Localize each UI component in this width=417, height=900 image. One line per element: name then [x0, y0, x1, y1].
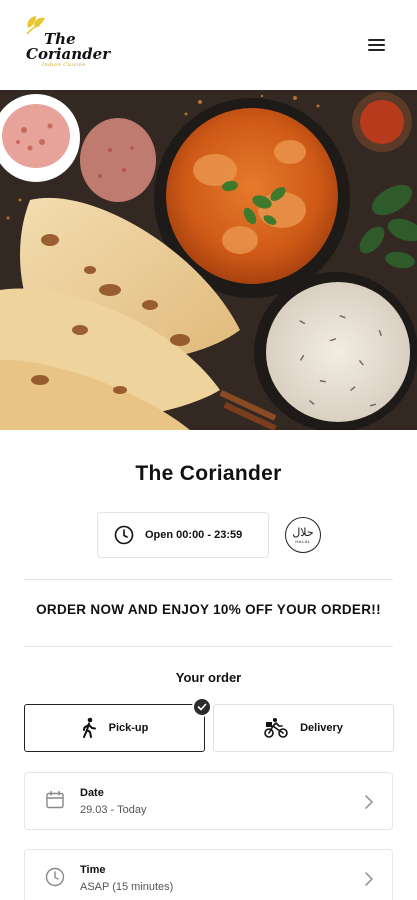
clock-icon — [45, 867, 65, 887]
pickup-label: Pick-up — [108, 722, 149, 734]
halal-arabic: حلال — [292, 525, 314, 539]
halal-label: HALAL — [295, 538, 311, 544]
time-label: Time — [80, 864, 106, 876]
clock-icon — [114, 525, 134, 545]
your-order-heading: Your order — [175, 670, 242, 685]
date-value: 29.03 - Today — [80, 804, 147, 816]
delivery-label: Delivery — [300, 722, 343, 734]
chevron-right-icon — [365, 872, 373, 886]
walking-person-icon — [82, 717, 96, 738]
logo-line2: Coriander — [26, 45, 111, 63]
time-value: ASAP (15 minutes) — [80, 881, 174, 893]
pickup-option[interactable]: Pick-up — [24, 704, 205, 752]
hero-food-image — [0, 90, 417, 430]
header: The Coriander Indian Cuisine — [0, 0, 417, 90]
logo[interactable]: The Coriander Indian Cuisine — [24, 14, 110, 70]
hero-illustration — [0, 90, 417, 430]
divider — [24, 646, 393, 647]
bicycle-delivery-icon — [264, 718, 288, 738]
calendar-icon — [46, 790, 64, 809]
time-selector[interactable]: Time ASAP (15 minutes) — [24, 849, 393, 900]
opening-hours: Open 00:00 - 23:59 — [97, 512, 269, 558]
selected-check-icon — [192, 697, 212, 717]
chevron-right-icon — [365, 795, 373, 809]
restaurant-name: The Coriander — [135, 462, 282, 485]
halal-badge: حلال HALAL — [285, 517, 321, 553]
divider — [24, 579, 393, 580]
date-selector[interactable]: Date 29.03 - Today — [24, 772, 393, 830]
promo-banner: ORDER NOW AND ENJOY 10% OFF YOUR ORDER!! — [36, 602, 381, 617]
opening-hours-text: Open 00:00 - 23:59 — [145, 529, 243, 541]
logo-tagline: Indian Cuisine — [42, 62, 86, 68]
delivery-option[interactable]: Delivery — [213, 704, 394, 752]
hamburger-menu-icon[interactable] — [366, 34, 388, 56]
date-label: Date — [80, 787, 104, 799]
